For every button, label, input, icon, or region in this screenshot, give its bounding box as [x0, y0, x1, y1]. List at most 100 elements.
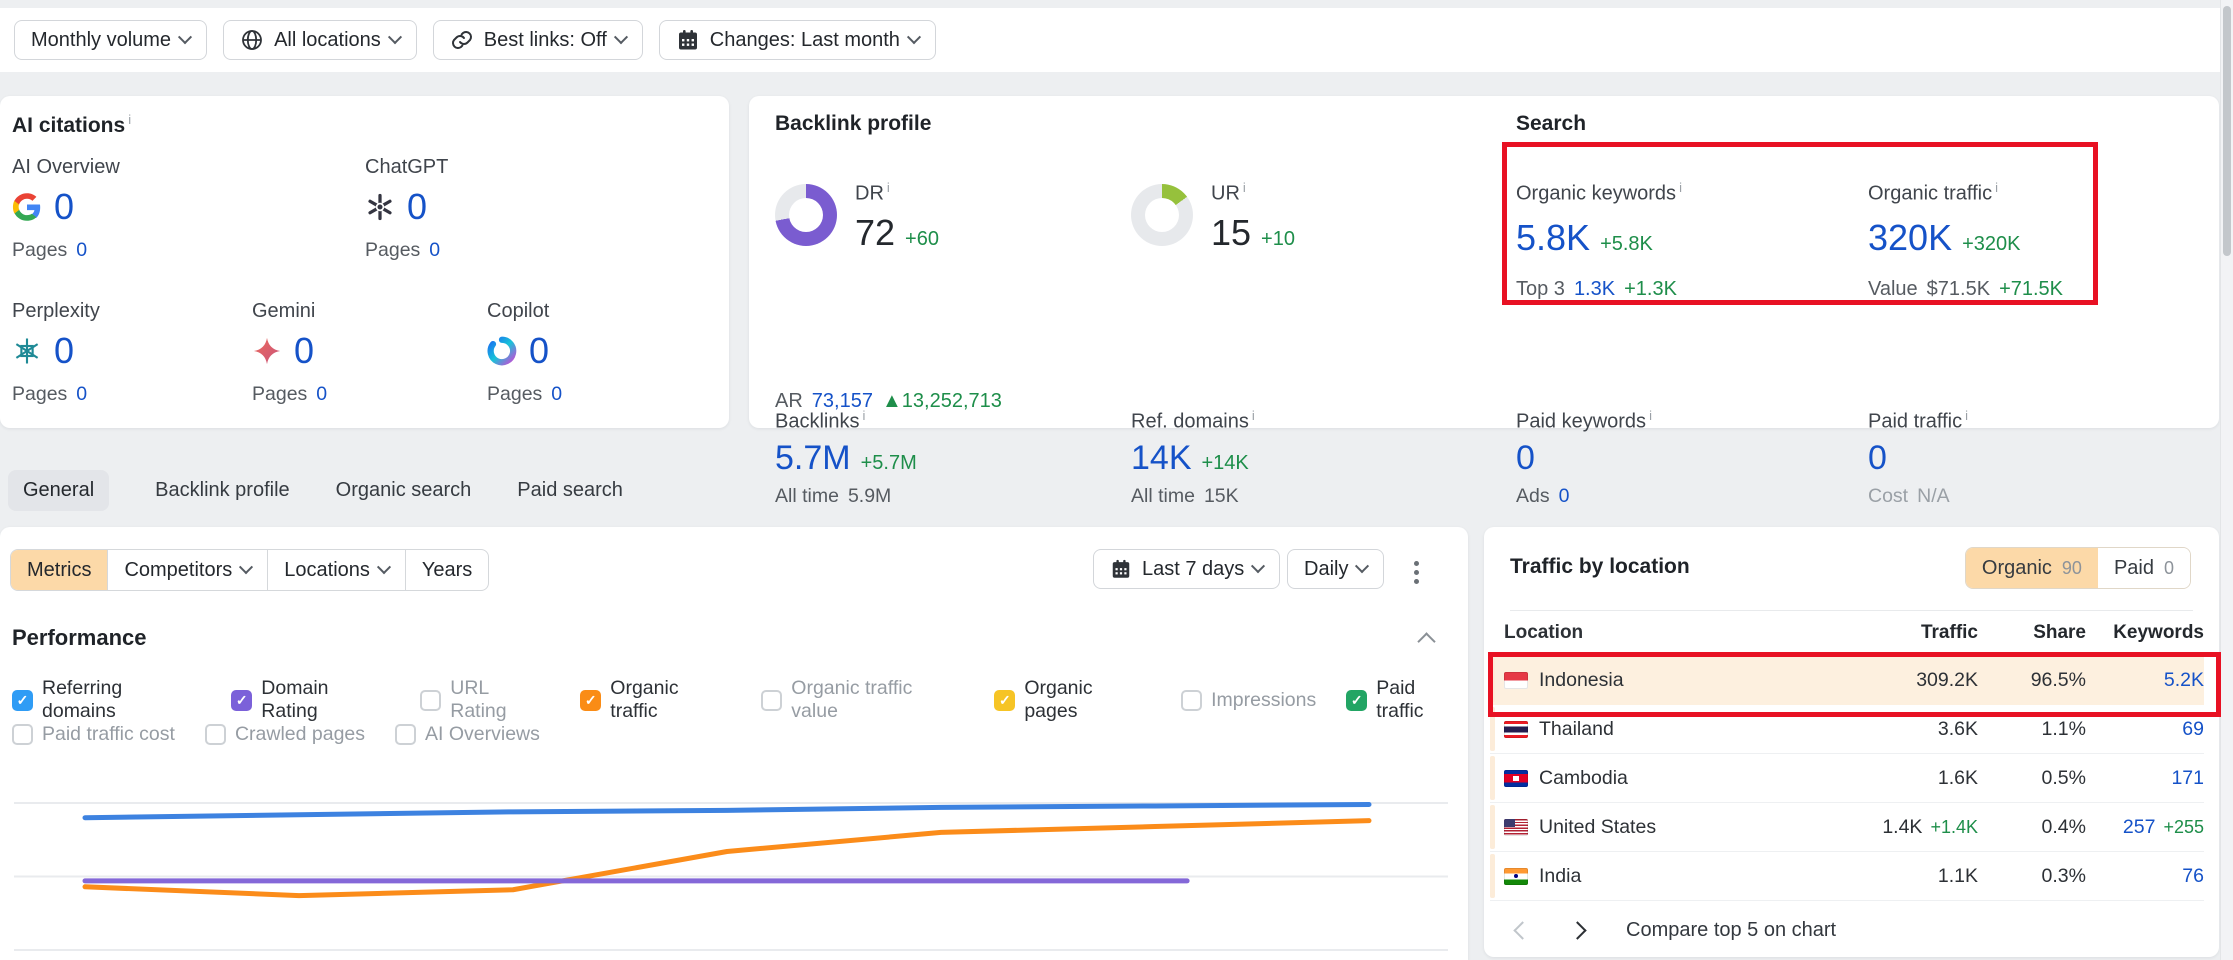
checkbox-icon[interactable] — [994, 690, 1015, 711]
metric-checkbox-impressions[interactable]: Impressions — [1181, 689, 1316, 712]
checkbox-icon[interactable] — [12, 724, 33, 745]
keywords-link[interactable]: 257 — [2123, 816, 2156, 838]
checkbox-icon[interactable] — [12, 690, 33, 711]
ref-domains-value[interactable]: 14K — [1131, 441, 1192, 475]
organic-keywords-metric: Organic keywordsi 5.8K +5.8K Top 3 1.3K … — [1516, 180, 1846, 301]
metric-checkbox-paid-traffic[interactable]: Paid traffic — [1346, 677, 1468, 723]
metric-checkbox-organic-traffic[interactable]: Organic traffic — [580, 677, 731, 723]
ai-source-name: Copilot — [487, 300, 717, 323]
info-icon[interactable]: i — [862, 408, 865, 423]
info-icon[interactable]: i — [1252, 408, 1255, 423]
segment-years[interactable]: Years — [405, 550, 488, 590]
ai-citations-count[interactable]: 0 — [529, 333, 549, 369]
column-traffic[interactable]: Traffic — [1803, 622, 1978, 644]
column-keywords[interactable]: Keywords — [2086, 622, 2204, 644]
ai-source-name: Perplexity — [12, 300, 242, 323]
ai-citations-count[interactable]: 0 — [407, 189, 427, 225]
pages-count[interactable]: 0 — [429, 239, 440, 262]
info-icon[interactable]: i — [1965, 408, 1968, 423]
tab-organic-search[interactable]: Organic search — [336, 479, 472, 502]
changes-dropdown[interactable]: Changes: Last month — [659, 20, 936, 60]
table-row-cambodia[interactable]: Cambodia 1.6K 0.5% 171 — [1490, 754, 2204, 803]
more-options-menu[interactable] — [1408, 555, 1425, 590]
metric-checkbox-ai-overviews[interactable]: AI Overviews — [395, 723, 540, 746]
backlinks-value[interactable]: 5.7M — [775, 441, 851, 475]
metric-checkbox-organic-traffic-value[interactable]: Organic traffic value — [761, 677, 964, 723]
compare-top5-link[interactable]: Compare top 5 on chart — [1626, 919, 1836, 942]
scrollbar-thumb[interactable] — [2223, 6, 2231, 256]
checkbox-icon[interactable] — [1181, 690, 1202, 711]
backlinks-delta: +5.7M — [861, 452, 917, 475]
checkbox-icon[interactable] — [420, 690, 441, 711]
chevron-down-icon — [1251, 559, 1265, 573]
metric-checkbox-organic-pages[interactable]: Organic pages — [994, 677, 1151, 723]
keywords-link[interactable]: 69 — [2182, 718, 2204, 740]
segment-locations[interactable]: Locations — [267, 550, 405, 590]
paid-keywords-value[interactable]: 0 — [1516, 441, 1535, 475]
pages-count[interactable]: 0 — [316, 383, 327, 406]
organic-keywords-value[interactable]: 5.8K — [1516, 220, 1590, 256]
monthly-volume-dropdown[interactable]: Monthly volume — [14, 20, 207, 60]
location-name: India — [1539, 865, 1581, 888]
keywords-link[interactable]: 76 — [2182, 865, 2204, 887]
segment-metrics[interactable]: Metrics — [11, 550, 107, 590]
info-icon[interactable]: i — [887, 180, 890, 195]
info-icon[interactable]: i — [1243, 180, 1246, 195]
table-row-india[interactable]: India 1.1K 0.3% 76 — [1490, 852, 2204, 901]
chevron-down-icon — [178, 30, 192, 44]
ai-citations-count[interactable]: 0 — [54, 333, 74, 369]
location-rows: Indonesia 309.2K 96.5% 5.2K Thailand 3.6… — [1490, 656, 2204, 901]
checkbox-icon[interactable] — [761, 690, 782, 711]
pages-count[interactable]: 0 — [76, 383, 87, 406]
checkbox-icon[interactable] — [395, 724, 416, 745]
column-share[interactable]: Share — [1978, 622, 2086, 644]
column-location[interactable]: Location — [1504, 622, 1803, 644]
metric-checkbox-domain-rating[interactable]: Domain Rating — [231, 677, 390, 723]
metric-checkbox-url-rating[interactable]: URL Rating — [420, 677, 550, 723]
checkbox-icon[interactable] — [580, 690, 601, 711]
tab-paid-search[interactable]: Paid search — [517, 479, 623, 502]
scrollbar-track[interactable] — [2220, 0, 2233, 960]
info-icon[interactable]: i — [1649, 408, 1652, 423]
next-page-icon[interactable] — [1568, 921, 1586, 939]
date-range-dropdown[interactable]: Last 7 days — [1093, 549, 1280, 589]
checkbox-icon[interactable] — [1346, 690, 1367, 711]
toggle-organic[interactable]: Organic 90 — [1966, 548, 2098, 588]
info-icon[interactable]: i — [1679, 180, 1682, 195]
granularity-dropdown[interactable]: Daily — [1287, 549, 1384, 589]
toggle-paid[interactable]: Paid 0 — [2098, 548, 2190, 588]
ai-citation-chatgpt: ChatGPT 0 Pages 0 — [365, 156, 595, 262]
best-links-dropdown[interactable]: Best links: Off — [433, 20, 643, 60]
tab-general[interactable]: General — [8, 470, 109, 511]
previous-page-icon[interactable] — [1513, 921, 1531, 939]
copilot-icon — [487, 336, 517, 366]
organic-traffic-value[interactable]: 320K — [1868, 220, 1952, 256]
info-icon[interactable]: i — [1995, 180, 1998, 195]
table-row-indonesia[interactable]: Indonesia 309.2K 96.5% 5.2K — [1490, 656, 2204, 705]
metric-checkbox-paid-traffic-cost[interactable]: Paid traffic cost — [12, 723, 175, 746]
performance-line-chart[interactable] — [0, 745, 1468, 960]
metric-checkbox-referring-domains[interactable]: Referring domains — [12, 677, 201, 723]
table-row-united-states[interactable]: United States 1.4K+1.4K 0.4% 257+255 — [1490, 803, 2204, 852]
pages-count[interactable]: 0 — [76, 239, 87, 262]
ai-citations-title: AI citationsi — [12, 112, 131, 138]
segment-competitors[interactable]: Competitors — [107, 550, 267, 590]
collapse-section-icon[interactable] — [1417, 632, 1435, 650]
ai-citations-count[interactable]: 0 — [294, 333, 314, 369]
ads-value[interactable]: 0 — [1559, 485, 1570, 508]
keywords-link[interactable]: 5.2K — [2164, 669, 2204, 691]
pages-count[interactable]: 0 — [551, 383, 562, 406]
paid-traffic-value[interactable]: 0 — [1868, 441, 1887, 475]
checkbox-icon[interactable] — [205, 724, 226, 745]
segment-label: Metrics — [27, 559, 91, 582]
keywords-link[interactable]: 171 — [2171, 767, 2204, 789]
top3-value[interactable]: 1.3K — [1574, 278, 1615, 301]
india-flag-icon — [1504, 868, 1528, 885]
info-icon[interactable]: i — [128, 112, 131, 127]
checkbox-icon[interactable] — [231, 690, 252, 711]
table-row-thailand[interactable]: Thailand 3.6K 1.1% 69 — [1490, 705, 2204, 754]
ai-citations-count[interactable]: 0 — [54, 189, 74, 225]
metric-checkbox-crawled-pages[interactable]: Crawled pages — [205, 723, 365, 746]
tab-backlink-profile[interactable]: Backlink profile — [155, 479, 290, 502]
locations-dropdown[interactable]: All locations — [223, 20, 417, 60]
